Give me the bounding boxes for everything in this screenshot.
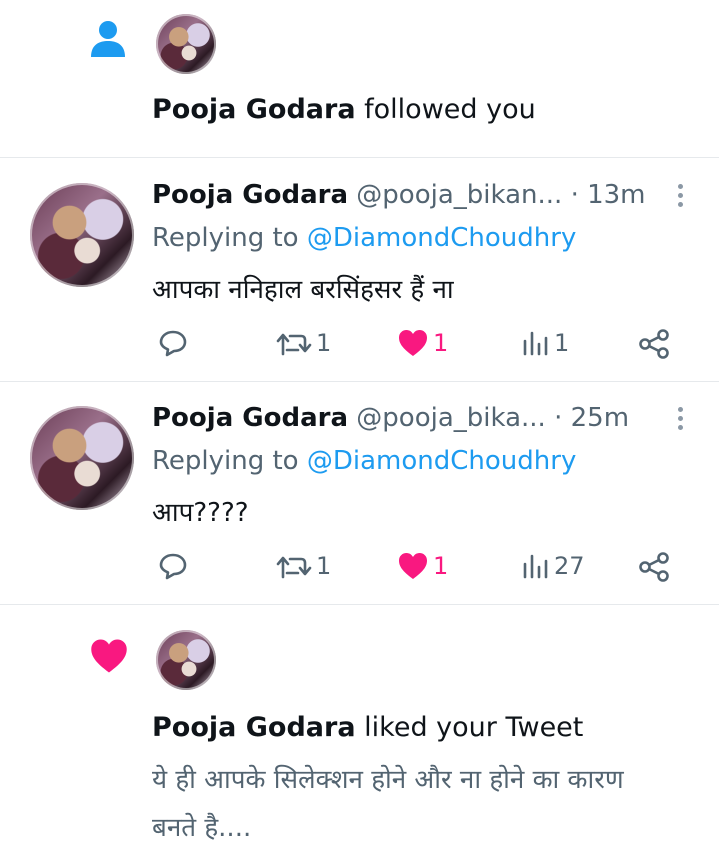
- liker-name[interactable]: Pooja Godara: [152, 712, 356, 743]
- share-icon: [639, 552, 669, 582]
- replying-to-link[interactable]: @DiamondChoudhry: [307, 446, 576, 476]
- avatar[interactable]: [156, 14, 216, 74]
- replying-to-link[interactable]: @DiamondChoudhry: [307, 223, 576, 253]
- divider: [0, 381, 719, 382]
- retweet-button[interactable]: 1: [276, 551, 331, 581]
- more-vertical-icon[interactable]: [678, 184, 684, 211]
- like-button[interactable]: 1: [397, 328, 448, 358]
- like-action-text: liked your Tweet: [364, 712, 584, 743]
- follower-name[interactable]: Pooja Godara: [152, 94, 356, 125]
- tweet-text: आप????: [152, 498, 249, 528]
- follow-action-text: followed you: [364, 94, 536, 125]
- like-count: 1: [433, 329, 449, 357]
- author-handle[interactable]: @pooja_bika...: [356, 403, 546, 433]
- avatar[interactable]: [30, 183, 134, 287]
- retweet-count: 1: [316, 329, 332, 357]
- views-button[interactable]: 27: [522, 551, 585, 581]
- divider: [0, 157, 719, 158]
- avatar[interactable]: [156, 630, 216, 690]
- share-icon: [639, 329, 669, 359]
- person-icon: [91, 21, 125, 57]
- heart-icon: [91, 639, 127, 673]
- views-count: 1: [554, 329, 570, 357]
- views-icon: [523, 331, 548, 356]
- divider: [0, 604, 719, 605]
- tweet-time[interactable]: · 25m: [554, 403, 629, 433]
- share-button[interactable]: [638, 551, 670, 583]
- replying-prefix: Replying to: [152, 223, 299, 253]
- replying-prefix: Replying to: [152, 446, 299, 476]
- views-icon: [523, 554, 548, 579]
- tweet-text: आपका ननिहाल बरसिंहसर हैं ना: [152, 275, 454, 305]
- heart-filled-icon: [399, 553, 427, 579]
- follow-text: Pooja Godara followed you: [152, 94, 536, 125]
- liked-tweet-line-1: ये ही आपके सिलेक्शन होने और ना होने का क…: [152, 765, 624, 795]
- author-handle[interactable]: @pooja_bikan...: [356, 180, 562, 210]
- reply-button[interactable]: [158, 551, 188, 581]
- heart-filled-icon: [399, 330, 427, 356]
- like-count: 1: [433, 552, 449, 580]
- retweet-count: 1: [316, 552, 332, 580]
- reply-icon: [159, 330, 187, 357]
- author-name[interactable]: Pooja Godara: [152, 403, 348, 433]
- more-vertical-icon[interactable]: [678, 407, 684, 434]
- tweet-header: Pooja Godara @pooja_bikan... · 13m: [152, 180, 646, 210]
- share-button[interactable]: [638, 328, 670, 360]
- like-text: Pooja Godara liked your Tweet: [152, 712, 583, 743]
- views-count: 27: [554, 552, 585, 580]
- tweet-header: Pooja Godara @pooja_bika... · 25m: [152, 403, 629, 433]
- retweet-button[interactable]: 1: [276, 328, 331, 358]
- author-name[interactable]: Pooja Godara: [152, 180, 348, 210]
- reply-icon: [159, 553, 187, 580]
- liked-tweet-line-2: बनते है....: [152, 813, 252, 843]
- views-button[interactable]: 1: [522, 328, 569, 358]
- tweet-time[interactable]: · 13m: [571, 180, 646, 210]
- avatar[interactable]: [30, 406, 134, 510]
- replying-line: Replying to @DiamondChoudhry: [152, 223, 576, 253]
- retweet-icon: [276, 556, 312, 579]
- like-button[interactable]: 1: [397, 551, 448, 581]
- retweet-icon: [276, 333, 312, 356]
- reply-button[interactable]: [158, 328, 188, 358]
- replying-line: Replying to @DiamondChoudhry: [152, 446, 576, 476]
